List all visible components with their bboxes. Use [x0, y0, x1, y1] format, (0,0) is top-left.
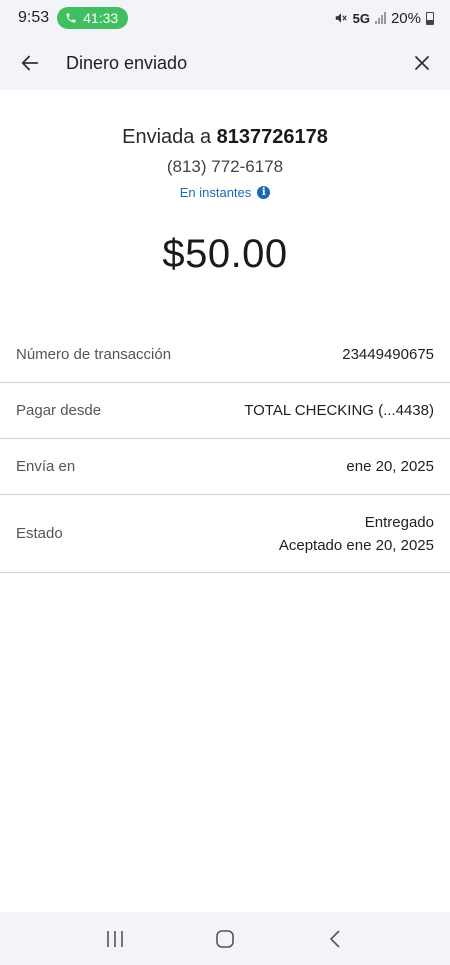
sent-prefix: Enviada a — [122, 126, 212, 148]
system-back-button[interactable] — [315, 919, 355, 959]
recent-apps-button[interactable] — [95, 919, 135, 959]
arrow-left-icon — [21, 55, 39, 71]
detail-label: Número de transacción — [16, 346, 172, 363]
page-title: Dinero enviado — [66, 52, 188, 73]
detail-row-transaction-number: Número de transacción 23449490675 — [0, 327, 450, 383]
status-right: 5G 20% — [334, 10, 434, 27]
delivery-speed-label: En instantes — [179, 185, 252, 200]
detail-value: Entregado Aceptado ene 20, 2025 — [279, 511, 434, 557]
detail-row-send-date: Envía en ene 20, 2025 — [0, 439, 450, 495]
detail-label: Envía en — [16, 458, 76, 475]
detail-value: ene 20, 2025 — [346, 458, 434, 475]
back-chevron-icon — [329, 929, 340, 948]
app-bar: Dinero enviado — [0, 36, 450, 90]
status-accepted: Aceptado ene 20, 2025 — [278, 536, 434, 554]
detail-label: Pagar desde — [16, 402, 102, 419]
transaction-details: Número de transacción 23449490675 Pagar … — [0, 327, 450, 573]
mute-icon — [335, 13, 347, 23]
close-icon — [415, 56, 429, 70]
signal-icon — [374, 12, 386, 24]
recipient-phone: (813) 772-6178 — [166, 157, 284, 176]
battery-icon — [426, 11, 434, 25]
status-bar: 9:53 41:33 5G 20% — [0, 0, 450, 36]
detail-row-status: Estado Entregado Aceptado ene 20, 2025 — [0, 495, 450, 573]
back-button[interactable] — [18, 51, 42, 75]
recent-apps-icon — [107, 930, 123, 947]
phone-icon — [66, 13, 76, 23]
close-button[interactable] — [410, 51, 434, 75]
info-icon[interactable]: i — [257, 186, 271, 199]
recipient-name: 8137726178 — [216, 126, 328, 148]
status-value: Entregado — [364, 513, 434, 531]
network-type: 5G — [352, 10, 370, 26]
transfer-summary: Enviada a 8137726178 (813) 772-6178 En i… — [0, 90, 450, 277]
detail-value: 23449490675 — [342, 346, 434, 363]
clock: 9:53 — [18, 9, 50, 26]
call-timer: 41:33 — [83, 10, 119, 26]
amount: $50.00 — [162, 232, 288, 276]
ongoing-call-pill[interactable]: 41:33 — [57, 7, 129, 29]
home-button[interactable] — [205, 919, 245, 959]
system-nav-bar — [0, 912, 450, 965]
detail-value: TOTAL CHECKING (...4438) — [244, 402, 434, 419]
detail-row-pay-from: Pagar desde TOTAL CHECKING (...4438) — [0, 383, 450, 439]
detail-label: Estado — [16, 525, 63, 542]
home-icon — [216, 929, 234, 948]
delivery-speed: En instantes i — [180, 185, 271, 200]
sent-to-line: Enviada a 8137726178 — [0, 126, 450, 149]
battery-percent: 20% — [390, 9, 421, 27]
status-left: 9:53 41:33 — [18, 7, 129, 29]
